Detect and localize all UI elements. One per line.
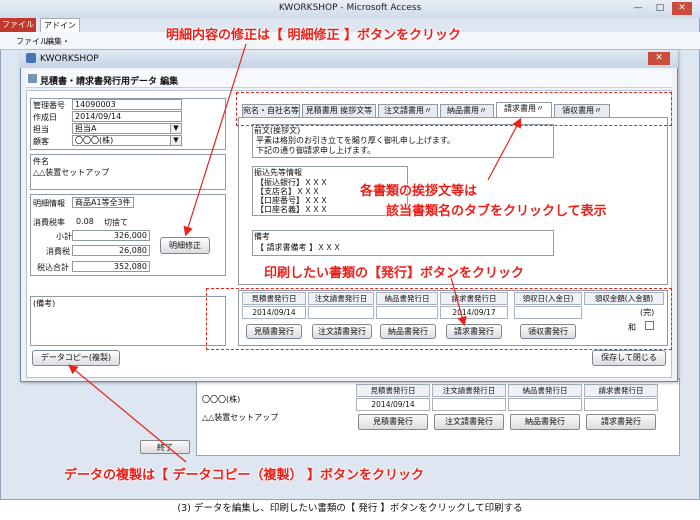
bg-date-invoice <box>584 398 658 411</box>
tax-value: 26,080 <box>72 245 150 256</box>
label-subject: 件名 <box>33 157 49 166</box>
bg-subject: △△装置セットアップ <box>202 413 279 422</box>
dialog-title: KWORKSHOP <box>40 54 99 64</box>
total-value: 352,080 <box>72 261 150 272</box>
bg-estimate-button[interactable]: 見積書発行 <box>358 414 428 430</box>
bg-invoice-button[interactable]: 請求書発行 <box>586 414 656 430</box>
chevron-down-icon[interactable]: ▼ <box>170 123 182 134</box>
transfer-line-4[interactable]: 【口座名義】ＸＸＸ <box>256 204 328 215</box>
close-button[interactable]: ✕ <box>672 2 692 15</box>
tax-rounding[interactable]: 切捨て <box>104 217 128 228</box>
annotation-copy: データの複製は【 データコピー（複製） 】ボタンをクリック <box>64 468 425 483</box>
bg-date-estimate: 2014/09/14 <box>356 398 430 411</box>
figure-caption: (3) データを編集し、印刷したい書類の【 発行 】ボタンをクリックして印刷する <box>177 503 523 514</box>
bg-customer: 〇〇〇(株) <box>202 395 241 404</box>
menu-edit[interactable]: 編集・ <box>46 36 70 47</box>
window-title: KWORKSHOP - Microsoft Access <box>278 3 422 13</box>
save-close-button[interactable]: 保存して閉じる <box>592 350 666 366</box>
bg-date-delivery <box>508 398 582 411</box>
bg-header-invoice: 請求書発行日 <box>584 384 658 397</box>
control-number-field[interactable]: 14090003 <box>72 99 182 110</box>
subject-field[interactable]: △△装置セットアップ <box>33 167 109 178</box>
label-detail: 明細情報 <box>33 199 65 208</box>
ribbon-tab-file[interactable]: ファイル <box>0 18 36 32</box>
minimize-button[interactable]: — <box>628 2 648 15</box>
preface-line-2[interactable]: 下記の通り御請求申し上げます。 <box>256 145 375 156</box>
notes-field[interactable]: 【 請求書備考 】ＸＸＸ <box>256 242 341 253</box>
label-control-number: 管理番号 <box>33 101 65 110</box>
data-copy-button[interactable]: データコピー(複製) <box>32 350 120 366</box>
issue-highlight <box>206 288 672 350</box>
end-button[interactable]: 終了 <box>140 440 190 454</box>
label-customer: 顧客 <box>33 137 49 146</box>
dialog-close-button[interactable]: ✕ <box>648 52 670 65</box>
annotation-issue: 印刷したい書類の【発行】ボタンをクリック <box>264 266 525 281</box>
label-total: 税込合計 <box>37 263 69 272</box>
annotation-detail-edit: 明細内容の修正は【 明細修正 】ボタンをクリック <box>166 28 462 43</box>
maximize-button[interactable]: □ <box>650 2 670 15</box>
bg-date-order <box>432 398 506 411</box>
label-tax-rate: 消費税率 <box>33 218 65 227</box>
detail-edit-button[interactable]: 明細修正 <box>160 237 210 254</box>
label-created-date: 作成日 <box>33 113 57 122</box>
created-date-field[interactable]: 2014/09/14 <box>72 111 182 122</box>
subtotal-value: 326,000 <box>72 230 150 241</box>
bg-header-estimate: 見積書発行日 <box>356 384 430 397</box>
label-remarks: (備考) <box>33 299 56 308</box>
detail-summary: 商品A1等全3件 <box>72 197 134 208</box>
ribbon-tab-addin[interactable]: アドイン <box>40 18 80 32</box>
form-icon <box>28 74 37 83</box>
annotation-tabs-2: 該当書類名のタブをクリックして表示 <box>386 204 607 219</box>
dialog-titlebar <box>20 50 678 68</box>
bg-order-button[interactable]: 注文請書発行 <box>434 414 504 430</box>
label-tax: 消費税 <box>46 247 70 256</box>
label-subtotal: 小計 <box>56 232 72 241</box>
annotation-tabs-1: 各書類の挨拶文等は <box>360 184 478 199</box>
bg-header-order: 注文請書発行日 <box>432 384 506 397</box>
customer-select[interactable]: 〇〇〇(株) <box>72 135 182 146</box>
chevron-down-icon[interactable]: ▼ <box>170 135 182 146</box>
tax-rate-value[interactable]: 0.08 <box>76 217 94 226</box>
label-notes: 備考 <box>254 232 270 241</box>
label-staff: 担当 <box>33 125 49 134</box>
remarks-panel <box>30 296 226 346</box>
bg-delivery-button[interactable]: 納品書発行 <box>510 414 580 430</box>
bg-header-delivery: 納品書発行日 <box>508 384 582 397</box>
app-icon <box>26 53 36 63</box>
form-title: 見積書・請求書発行用データ 編集 <box>40 77 179 87</box>
staff-select[interactable]: 担当A <box>72 123 182 134</box>
tabs-highlight <box>236 92 672 126</box>
